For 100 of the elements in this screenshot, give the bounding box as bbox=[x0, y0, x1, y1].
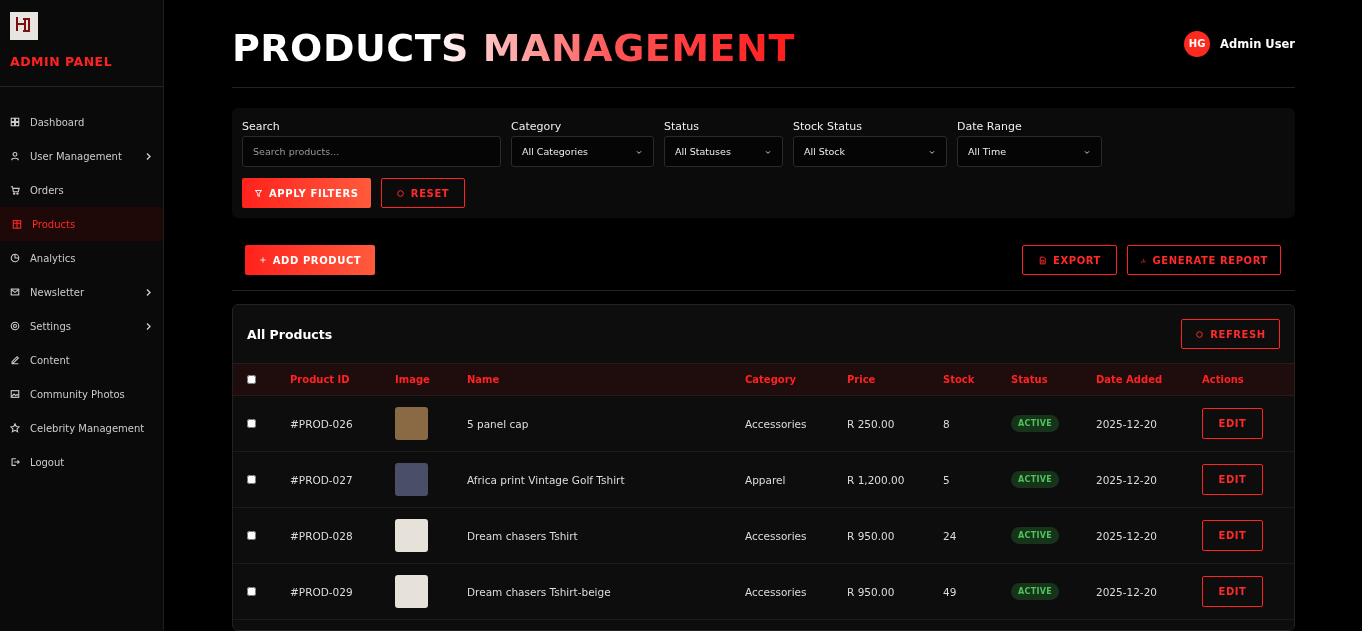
document-icon bbox=[1037, 255, 1047, 265]
generate-report-button[interactable]: GENERATE REPORT bbox=[1127, 245, 1281, 275]
mail-icon bbox=[10, 287, 20, 297]
column-header: Category bbox=[745, 374, 798, 385]
edit-icon bbox=[10, 355, 20, 365]
export-button[interactable]: EXPORT bbox=[1022, 245, 1117, 275]
row-checkbox[interactable] bbox=[247, 531, 256, 540]
table-title: All Products bbox=[247, 326, 333, 342]
row-checkbox[interactable] bbox=[247, 419, 256, 428]
edit-button[interactable]: EDIT bbox=[1202, 408, 1263, 439]
sidebar-item[interactable]: Community Photos bbox=[0, 377, 163, 411]
chevron-icon bbox=[144, 151, 153, 161]
table-cell-text: #PROD-026 bbox=[290, 417, 354, 430]
sidebar-item[interactable]: Orders bbox=[0, 173, 163, 207]
refresh-button[interactable]: REFRESH bbox=[1181, 319, 1280, 349]
column-header: Actions bbox=[1202, 374, 1245, 385]
edit-button[interactable]: EDIT bbox=[1202, 576, 1263, 607]
photo-placeholder bbox=[395, 407, 428, 440]
table-cell-text: Accessories bbox=[745, 417, 808, 430]
table-cell-text: #PROD-029 bbox=[290, 585, 354, 598]
column-header: Name bbox=[467, 374, 501, 385]
row-checkbox[interactable] bbox=[247, 475, 256, 484]
sidebar-item[interactable]: User Management bbox=[0, 139, 163, 173]
status-badge: ACTIVE bbox=[1011, 471, 1059, 488]
star-icon bbox=[10, 423, 20, 433]
column-header: Price bbox=[847, 374, 877, 385]
table-cell-text: Africa print Vintage Golf Tshirt bbox=[467, 473, 626, 486]
sidebar-item[interactable]: Dashboard bbox=[0, 105, 163, 139]
field-label: Date Range bbox=[957, 120, 1023, 133]
field-label: Search bbox=[242, 120, 281, 133]
chevron-icon bbox=[144, 287, 153, 297]
table-cell-text: Dream chasers Tshirt-beige bbox=[467, 585, 612, 598]
field-label: Status bbox=[664, 120, 701, 133]
field-label: Stock Status bbox=[793, 120, 863, 133]
column-header: Date Added bbox=[1096, 374, 1164, 385]
apply-filters-button[interactable]: APPLY FILTERS bbox=[242, 178, 371, 208]
table-cell-text: 2025-12-20 bbox=[1096, 585, 1159, 598]
photo-placeholder bbox=[395, 519, 428, 552]
status-badge: ACTIVE bbox=[1011, 527, 1059, 544]
table-cell-text: #PROD-027 bbox=[290, 473, 354, 486]
field-label: Category bbox=[511, 120, 563, 133]
table-cell-text: Dream chasers Tshirt bbox=[467, 529, 579, 542]
chevron-icon bbox=[144, 321, 153, 331]
user-avatar[interactable]: HG bbox=[1184, 30, 1211, 57]
photo-placeholder bbox=[395, 463, 428, 496]
image-icon bbox=[10, 389, 20, 399]
column-header: Image bbox=[395, 374, 431, 385]
status-badge: ACTIVE bbox=[1011, 415, 1059, 432]
table-cell-text: R 250.00 bbox=[847, 417, 896, 430]
refresh-icon bbox=[395, 188, 405, 198]
column-header: Stock bbox=[943, 374, 976, 385]
dropdown[interactable]: All Stock bbox=[793, 136, 947, 167]
table-cell-text: 2025-12-20 bbox=[1096, 417, 1159, 430]
row-checkbox[interactable] bbox=[247, 587, 256, 596]
table-cell-text: Apparel bbox=[745, 473, 787, 486]
table-cell-text: Accessories bbox=[745, 585, 808, 598]
dropdown[interactable]: All Statuses bbox=[664, 136, 783, 167]
sidebar-title: ADMIN PANEL bbox=[10, 54, 113, 69]
chart-icon bbox=[10, 253, 20, 263]
status-badge: ACTIVE bbox=[1011, 583, 1059, 600]
table-cell-text: R 950.00 bbox=[847, 585, 896, 598]
table-cell-text: 5 panel cap bbox=[467, 417, 530, 430]
dropdown[interactable]: All Time bbox=[957, 136, 1102, 167]
logo-icon bbox=[10, 12, 38, 40]
sidebar-item[interactable]: Newsletter bbox=[0, 275, 163, 309]
table-cell-text: Accessories bbox=[745, 529, 808, 542]
grid-icon bbox=[10, 117, 20, 127]
filter-icon bbox=[254, 188, 263, 198]
table-cell-text: 49 bbox=[943, 585, 958, 598]
table-cell-text: #PROD-028 bbox=[290, 529, 354, 542]
table-cell-text: R 950.00 bbox=[847, 529, 896, 542]
reset-button[interactable]: RESET bbox=[380, 178, 465, 208]
sidebar-item[interactable]: Content bbox=[0, 343, 163, 377]
sidebar-item[interactable]: Analytics bbox=[0, 241, 163, 275]
box-icon bbox=[12, 219, 22, 229]
table-cell-text: 24 bbox=[943, 529, 958, 542]
edit-button[interactable]: EDIT bbox=[1202, 520, 1263, 551]
table-cell-text: 5 bbox=[943, 473, 951, 486]
table-cell-text: R 1,200.00 bbox=[847, 473, 906, 486]
photo-placeholder bbox=[395, 575, 428, 608]
column-header: Status bbox=[1011, 374, 1049, 385]
table-cell-text: 2025-12-20 bbox=[1096, 529, 1159, 542]
add-product-button[interactable]: ADD PRODUCT bbox=[245, 245, 375, 275]
user-name: Admin User bbox=[1220, 36, 1295, 51]
column-header: Product ID bbox=[290, 374, 351, 385]
sidebar-item[interactable]: Logout bbox=[0, 445, 163, 479]
edit-button[interactable]: EDIT bbox=[1202, 464, 1263, 495]
search-field[interactable]: Search products... bbox=[242, 136, 501, 167]
table-cell-text: 2025-12-20 bbox=[1096, 473, 1159, 486]
sidebar-item[interactable]: Celebrity Management bbox=[0, 411, 163, 445]
settings-icon bbox=[10, 321, 20, 331]
sidebar-item[interactable]: Products bbox=[0, 207, 163, 241]
refresh-icon bbox=[1195, 329, 1205, 339]
sidebar-item[interactable]: Settings bbox=[0, 309, 163, 343]
logout-icon bbox=[10, 457, 20, 467]
plus-icon bbox=[258, 256, 267, 264]
table-cell-text: 8 bbox=[943, 417, 951, 430]
dropdown[interactable]: All Categories bbox=[511, 136, 654, 167]
select-all-checkbox[interactable] bbox=[247, 375, 256, 384]
cart-icon bbox=[10, 185, 20, 195]
